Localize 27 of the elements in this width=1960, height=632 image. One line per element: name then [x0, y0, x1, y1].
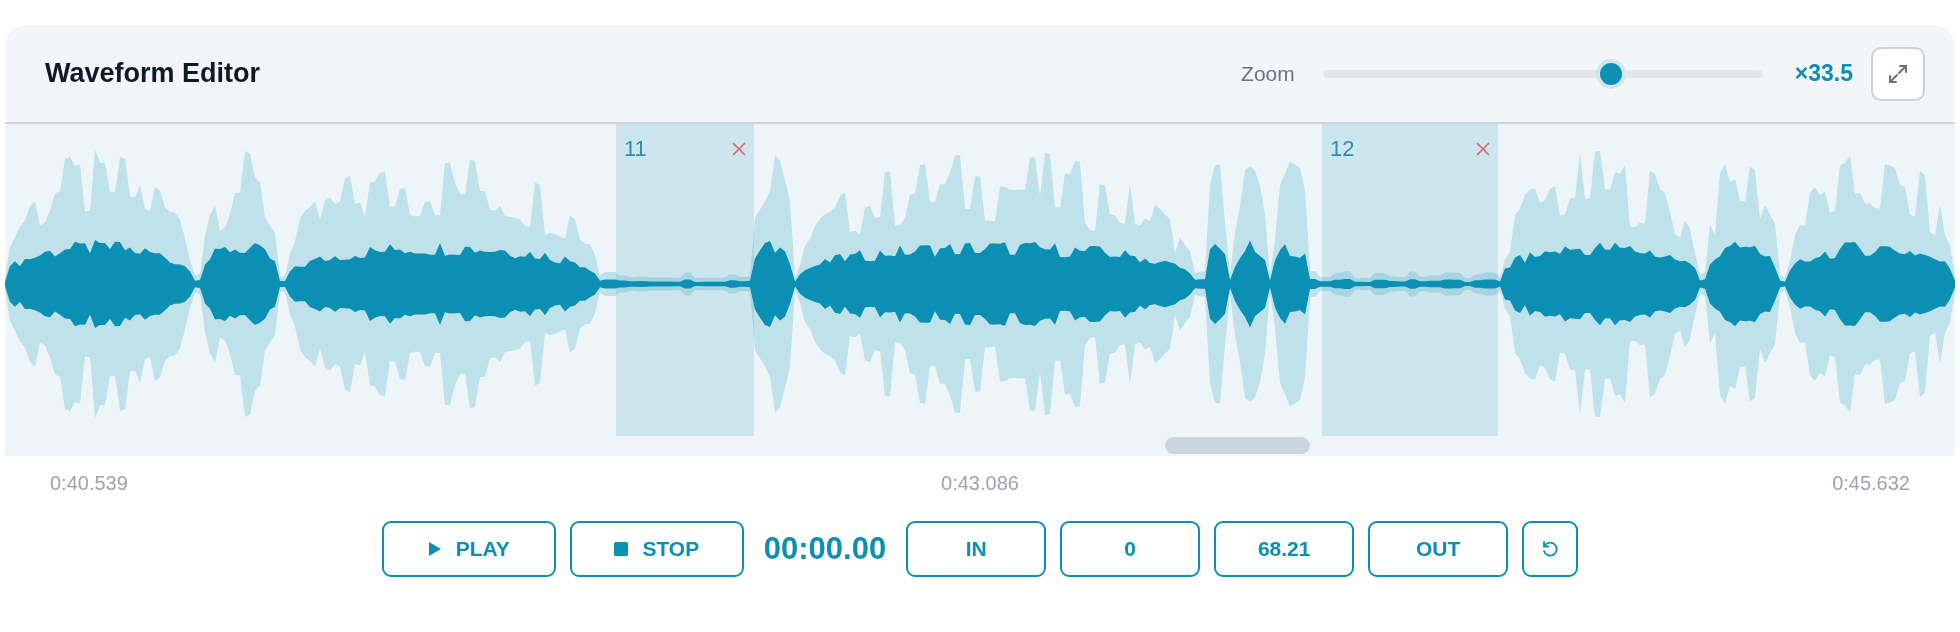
expand-icon	[1887, 62, 1909, 85]
zoom-thumb[interactable]	[1595, 58, 1626, 89]
reset-icon	[1540, 539, 1561, 559]
reset-button[interactable]	[1522, 521, 1579, 577]
marker-button[interactable]: OUT	[1368, 521, 1509, 577]
zoom-label: Zoom	[1241, 61, 1295, 86]
region-highlight[interactable]: 12	[1322, 124, 1498, 436]
region-label: 11	[624, 136, 647, 162]
stop-button[interactable]: STOP	[569, 521, 744, 577]
close-icon[interactable]	[1476, 142, 1490, 156]
marker-button[interactable]: 68.21	[1214, 521, 1355, 577]
play-icon	[427, 541, 442, 557]
marker-button[interactable]: 0	[1060, 521, 1201, 577]
time-label: 0:45.632	[1832, 472, 1910, 495]
playback-time: 00:00.00	[763, 531, 887, 567]
time-label: 0:43.086	[941, 472, 1019, 495]
close-icon[interactable]	[732, 142, 746, 156]
scrollbar-thumb[interactable]	[1165, 437, 1310, 454]
marker-button[interactable]: IN	[906, 521, 1047, 577]
stop-icon	[614, 542, 629, 556]
play-button[interactable]: PLAY	[381, 521, 556, 577]
fullscreen-button[interactable]	[1871, 46, 1925, 101]
editor-title: Waveform Editor	[45, 58, 261, 89]
time-label: 0:40.539	[50, 472, 128, 495]
zoom-value: ×33.5	[1794, 60, 1853, 87]
region-highlight[interactable]: 11	[616, 124, 754, 436]
region-label: 12	[1330, 136, 1355, 162]
